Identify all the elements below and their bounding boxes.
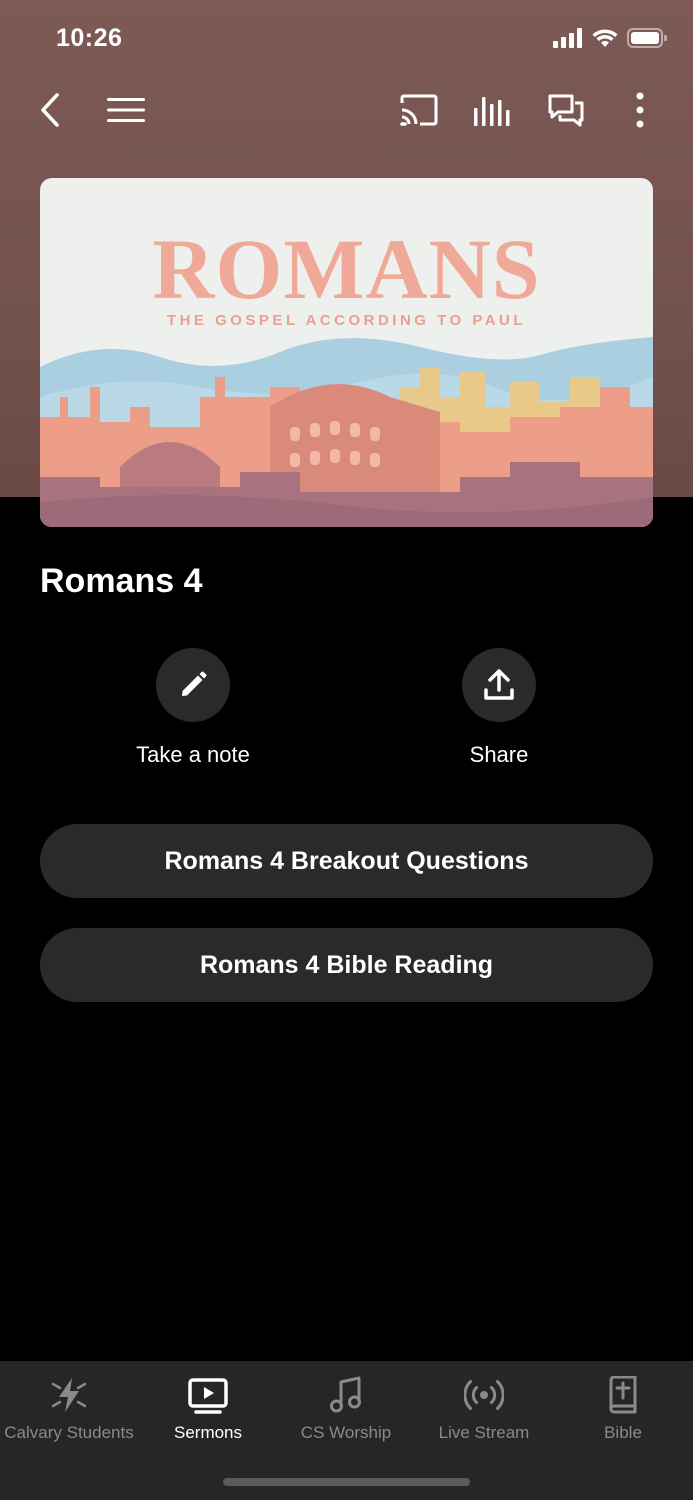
share-upload-icon: [484, 669, 514, 700]
tab-cs-worship[interactable]: CS Worship: [277, 1375, 415, 1443]
rome-skyline-illustration: [40, 337, 653, 527]
discussion-button[interactable]: [544, 88, 588, 132]
take-note-action[interactable]: Take a note: [93, 648, 293, 768]
pencil-icon: [182, 671, 207, 696]
tab-label: CS Worship: [300, 1423, 392, 1442]
cast-button[interactable]: [396, 88, 440, 132]
share-button[interactable]: [462, 648, 536, 722]
artwork-title: ROMANS: [152, 221, 541, 317]
more-options-button[interactable]: [618, 88, 662, 132]
hamburger-menu-icon: [107, 98, 145, 122]
home-indicator[interactable]: [223, 1478, 470, 1486]
cast-icon: [400, 94, 438, 126]
more-vertical-icon: [636, 92, 644, 128]
back-button[interactable]: [28, 88, 72, 132]
tab-label: Sermons: [173, 1423, 243, 1442]
tab-calvary-students[interactable]: Calvary Students: [0, 1375, 138, 1443]
take-note-label: Take a note: [136, 742, 250, 767]
tab-live-stream[interactable]: Live Stream: [415, 1375, 553, 1443]
share-action[interactable]: Share: [399, 648, 599, 768]
music-note-icon: [330, 1376, 361, 1413]
tab-label: Calvary Students: [4, 1423, 134, 1442]
menu-button[interactable]: [104, 88, 148, 132]
sermon-title: Romans 4: [40, 562, 203, 600]
bible-reading-button[interactable]: Romans 4 Bible Reading: [40, 928, 653, 1002]
breakout-questions-button[interactable]: Romans 4 Breakout Questions: [40, 824, 653, 898]
tab-label: Live Stream: [438, 1423, 530, 1442]
bolt-icon: [51, 1378, 87, 1412]
chat-bubbles-icon: [548, 94, 584, 127]
bible-icon: [609, 1376, 637, 1414]
tab-sermons[interactable]: Sermons: [139, 1375, 277, 1443]
status-icons: [553, 28, 667, 48]
tab-label: Bible: [604, 1423, 642, 1442]
share-label: Share: [469, 742, 529, 767]
audio-button[interactable]: [470, 88, 514, 132]
audio-bars-icon: [474, 97, 510, 126]
chevron-left-icon: [41, 93, 59, 127]
status-bar: 10:26: [0, 0, 693, 78]
video-icon: [188, 1378, 228, 1414]
battery-icon: [627, 28, 667, 48]
status-time: 10:26: [56, 24, 123, 52]
take-note-button[interactable]: [156, 648, 230, 722]
signal-icon: [553, 28, 582, 48]
wifi-icon: [592, 29, 618, 47]
sermon-series-artwork: ROMANS THE GOSPEL ACCORDING TO PAUL: [40, 178, 653, 527]
broadcast-icon: [464, 1380, 504, 1410]
tab-bible[interactable]: Bible: [554, 1375, 692, 1443]
top-toolbar: [0, 80, 693, 140]
